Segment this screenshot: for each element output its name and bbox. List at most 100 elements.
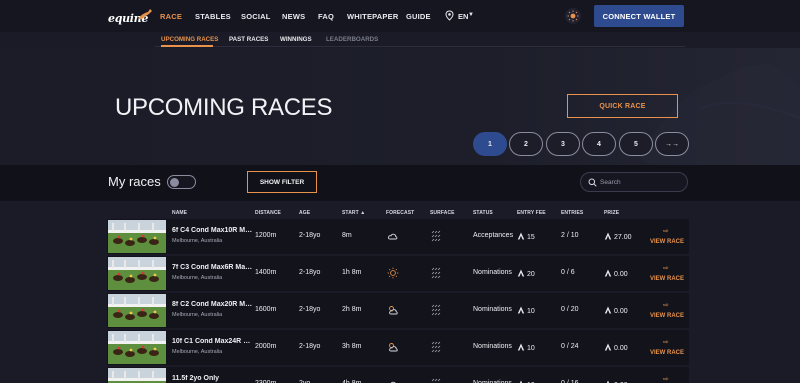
tab-leaderboards[interactable]: LEADERBOARDS: [326, 36, 378, 43]
chevron-down-icon: ▼: [468, 12, 474, 18]
language-selector[interactable]: EN ▼: [444, 10, 474, 22]
page-button-5[interactable]: 5: [619, 132, 653, 156]
column-header-name: NAME: [172, 210, 188, 216]
arrow-right-icon: ⇨: [663, 302, 669, 309]
nav-news[interactable]: NEWS: [282, 12, 305, 21]
page-button-2[interactable]: 2: [509, 132, 543, 156]
nav-stables[interactable]: STABLES: [195, 12, 231, 21]
table-row[interactable]: 7f C3 Cond Max6R Max1... Melbourne, Austr…: [107, 256, 689, 291]
race-thumbnail-image: [108, 294, 166, 327]
page-title: UPCOMING RACES: [115, 94, 333, 121]
table-row[interactable]: 8f C2 Cond Max20R Max... Melbourne, Austr…: [107, 293, 689, 328]
token-icon: [517, 306, 525, 314]
race-thumbnail-image: [108, 368, 166, 383]
nav-faq[interactable]: FAQ: [318, 12, 334, 21]
arrow-right-icon: ⇨: [663, 339, 669, 346]
column-header-entry-fee[interactable]: ENTRY FEE: [517, 210, 546, 216]
entry-fee-value: 15: [527, 234, 535, 241]
sun-icon: [567, 10, 579, 22]
cloud-icon: [387, 233, 398, 240]
connect-wallet-button[interactable]: CONNECT WALLET: [594, 5, 684, 27]
column-header-prize[interactable]: PRIZE: [604, 210, 619, 216]
race-name: 11.5f 2yo Only: [172, 375, 220, 382]
search-input[interactable]: [600, 176, 680, 189]
race-status: Nominations: [473, 269, 512, 276]
page-button-4[interactable]: 4: [582, 132, 616, 156]
race-age: 2-18yo: [299, 306, 321, 313]
column-header-distance[interactable]: DISTANCE: [255, 210, 281, 216]
location-pin-icon: [445, 10, 454, 21]
view-race-link[interactable]: VIEW RACE: [650, 350, 684, 356]
race-thumbnail-image: [108, 331, 166, 364]
nav-whitepaper[interactable]: WHITEPAPER: [347, 12, 398, 21]
race-prize: 27.00: [604, 232, 632, 241]
race-thumbnail: [108, 331, 166, 364]
race-distance: 1600m: [255, 306, 277, 313]
race-entry-fee: 20: [517, 269, 535, 278]
token-icon: [604, 232, 612, 240]
page-button-3[interactable]: 3: [546, 132, 580, 156]
prize-value: 0.00: [614, 308, 628, 315]
column-header-status[interactable]: STATUS: [473, 210, 493, 216]
race-distance: 2000m: [255, 343, 277, 350]
subnav-divider: [155, 46, 685, 47]
view-race-link[interactable]: VIEW RACE: [650, 239, 684, 245]
race-entries: 0 / 6: [561, 269, 575, 276]
equine-logo[interactable]: equine: [108, 9, 152, 25]
race-start: 3h 8m: [342, 343, 362, 350]
nav-social[interactable]: SOCIAL: [241, 12, 271, 21]
token-icon: [517, 343, 525, 351]
race-location: Melbourne, Australia: [172, 275, 223, 281]
nav-race[interactable]: RACE: [160, 12, 182, 21]
race-prize: 0.00: [604, 306, 628, 315]
race-name: 6f C4 Cond Max10R Max...: [172, 227, 254, 234]
horse-logo-icon: [138, 9, 152, 19]
race-entry-fee: 15: [517, 232, 535, 241]
race-entries: 0 / 20: [561, 306, 579, 313]
theme-toggle[interactable]: [565, 8, 581, 24]
arrow-right-icon: ⇨: [663, 228, 669, 235]
my-races-label: My races: [108, 174, 161, 189]
prize-value: 0.00: [614, 271, 628, 278]
tab-winnings[interactable]: WINNINGS: [280, 36, 312, 43]
nav-guide[interactable]: GUIDE: [406, 12, 431, 21]
race-location: Melbourne, Australia: [172, 238, 223, 244]
language-code: EN: [458, 12, 469, 21]
race-prize: 0.00: [604, 343, 628, 352]
quick-race-button[interactable]: QUICK RACE: [567, 94, 678, 118]
partly-cloudy-icon: [389, 306, 398, 315]
show-filter-button[interactable]: SHOW FILTER: [247, 171, 317, 193]
race-thumbnail: [108, 368, 166, 383]
cloud-icon: [390, 381, 396, 383]
race-prize: 0.00: [604, 269, 628, 278]
column-header-start[interactable]: START ▲: [342, 210, 365, 216]
table-row[interactable]: 11.5f 2yo Only2300m2yo4h 8mNominations10…: [107, 367, 689, 383]
page-button-1[interactable]: 1: [473, 132, 507, 156]
column-header-surface: SURFACE: [430, 210, 455, 216]
race-age: 2-18yo: [299, 269, 321, 276]
race-thumbnail: [108, 220, 166, 253]
race-distance: 1200m: [255, 232, 277, 239]
my-races-toggle[interactable]: [167, 175, 196, 189]
view-race-link[interactable]: VIEW RACE: [650, 276, 684, 282]
race-start: 2h 8m: [342, 306, 362, 313]
tab-upcoming-races[interactable]: UPCOMING RACES: [161, 36, 218, 43]
view-race-link[interactable]: VIEW RACE: [650, 313, 684, 319]
table-row[interactable]: 10f C1 Cond Max24R Max... Melbourne, Aust…: [107, 330, 689, 365]
token-icon: [604, 343, 612, 351]
race-location: Melbourne, Australia: [172, 349, 223, 355]
prize-value: 27.00: [614, 234, 632, 241]
race-thumbnail-image: [108, 220, 166, 253]
race-thumbnail: [108, 294, 166, 327]
prize-value: 0.00: [614, 345, 628, 352]
column-header-entries[interactable]: ENTRIES: [561, 210, 583, 216]
page-button-last[interactable]: →→: [655, 132, 689, 156]
table-row[interactable]: 6f C4 Cond Max10R Max... Melbourne, Austr…: [107, 219, 689, 254]
arrow-right-icon: ⇨: [663, 376, 669, 383]
race-thumbnail-image: [108, 257, 166, 290]
tab-past-races[interactable]: PAST RACES: [229, 36, 268, 43]
column-header-age[interactable]: AGE: [299, 210, 310, 216]
race-entry-fee: 10: [517, 306, 535, 315]
race-status: Acceptances: [473, 232, 514, 239]
active-tab-indicator: [161, 45, 213, 47]
